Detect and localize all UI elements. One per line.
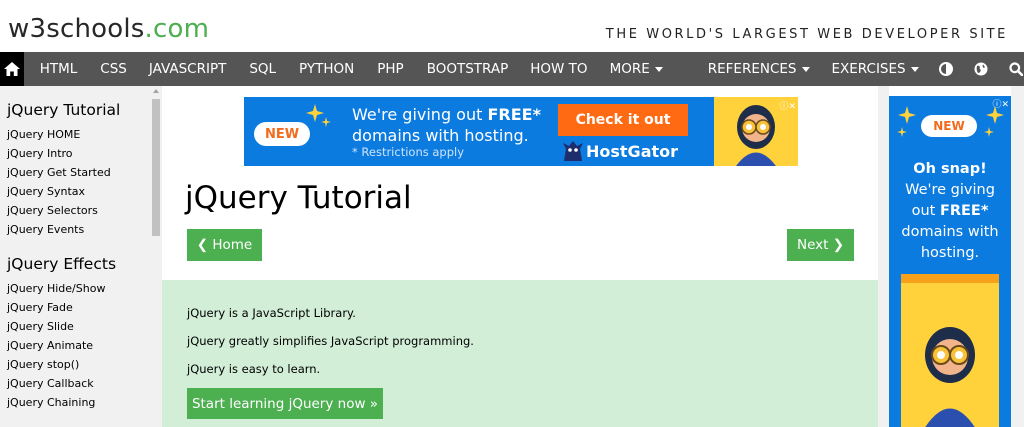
nav-references[interactable]: REFERENCES xyxy=(708,52,810,86)
caret-down-icon xyxy=(801,66,810,72)
site-header: w3schools.com THE WORLD'S LARGEST WEB DE… xyxy=(0,0,1024,52)
nav-php[interactable]: PHP xyxy=(377,52,403,86)
ad-choices-icon[interactable]: ⓘ✕ xyxy=(779,99,796,112)
sidebar-link[interactable]: jQuery Fade xyxy=(7,301,73,314)
hostgator-logo-icon xyxy=(563,141,583,161)
nav-more-label: MORE xyxy=(609,61,650,77)
top-navbar: HTML CSS JAVASCRIPT SQL PYTHON PHP BOOTS… xyxy=(0,52,1024,86)
caret-down-icon xyxy=(910,66,919,72)
ad-headline-part1: We're giving out xyxy=(352,105,488,124)
ad-line-free: FREE* xyxy=(939,203,989,219)
nav-bootstrap[interactable]: BOOTSTRAP xyxy=(427,52,509,86)
ad-line: hosting. xyxy=(920,245,980,261)
logo-w3: w3schools xyxy=(8,14,145,44)
nav-sql[interactable]: SQL xyxy=(249,52,276,86)
left-sidebar: jQuery Tutorial jQuery HOME jQuery Intro… xyxy=(0,86,162,427)
sidebar-link[interactable]: jQuery Slide xyxy=(7,320,74,333)
sidebar-link[interactable]: jQuery Syntax xyxy=(7,185,85,198)
ad-brand: HostGator xyxy=(586,142,679,161)
sidebar-link[interactable]: jQuery Callback xyxy=(7,377,94,390)
site-logo[interactable]: w3schools.com xyxy=(8,14,209,44)
nav-python[interactable]: PYTHON xyxy=(299,52,354,86)
right-gutter xyxy=(878,86,889,427)
nav-references-label: REFERENCES xyxy=(707,61,797,77)
ad-restrictions: * Restrictions apply xyxy=(352,145,465,159)
caret-down-icon xyxy=(654,66,663,72)
nav-exercises[interactable]: EXERCISES xyxy=(832,52,919,86)
ad-line-part: out xyxy=(911,203,940,219)
start-learning-button[interactable]: Start learning jQuery now » xyxy=(187,388,383,419)
page-title: jQuery Tutorial xyxy=(185,180,412,216)
sparkle-icon xyxy=(984,106,1004,137)
sidebar-link[interactable]: jQuery Chaining xyxy=(7,396,95,409)
sidebar-heading-tutorial: jQuery Tutorial xyxy=(7,101,121,119)
scroll-up-icon[interactable] xyxy=(153,89,159,93)
search-button[interactable] xyxy=(1008,52,1024,86)
logo-com: .com xyxy=(144,14,210,44)
right-edge xyxy=(1011,86,1024,427)
sidebar-link[interactable]: jQuery Intro xyxy=(7,147,73,160)
home-icon xyxy=(3,62,20,76)
contrast-icon xyxy=(939,62,954,76)
nav-html[interactable]: HTML xyxy=(40,52,78,86)
sidebar-link[interactable]: jQuery HOME xyxy=(7,128,80,141)
ad-line: We're giving xyxy=(905,182,995,198)
nav-howto[interactable]: HOW TO xyxy=(530,52,587,86)
ad-new-badge: NEW xyxy=(921,115,977,137)
ad-illustration xyxy=(901,274,999,427)
nav-css[interactable]: CSS xyxy=(100,52,127,86)
ad-line: domains with xyxy=(901,224,999,240)
sparkle-icon xyxy=(897,106,916,137)
scrollbar-thumb[interactable] xyxy=(152,99,160,236)
globe-icon xyxy=(974,62,988,76)
ad-cta-button[interactable]: Check it out xyxy=(558,104,688,136)
search-icon xyxy=(1009,62,1024,76)
prev-home-button[interactable]: ❮ Home xyxy=(187,229,262,261)
sidebar-link[interactable]: jQuery Get Started xyxy=(7,166,111,179)
sparkle-icon xyxy=(306,104,331,127)
translate-button[interactable] xyxy=(973,52,989,86)
sidebar-link[interactable]: jQuery Events xyxy=(7,223,84,236)
sidebar-link[interactable]: jQuery stop() xyxy=(7,358,79,371)
right-skyscraper-ad[interactable]: ⓘ✕ NEW Oh snap! We're giving out FREE* d… xyxy=(889,96,1011,427)
sidebar-scrollbar[interactable] xyxy=(150,86,162,427)
ad-line: out FREE* xyxy=(889,201,1011,222)
sidebar-link[interactable]: jQuery Hide/Show xyxy=(7,282,105,295)
site-tagline: THE WORLD'S LARGEST WEB DEVELOPER SITE xyxy=(605,27,1008,42)
intro-line: jQuery is easy to learn. xyxy=(187,362,321,376)
nav-javascript[interactable]: JAVASCRIPT xyxy=(149,52,226,86)
theme-toggle-button[interactable] xyxy=(939,52,955,86)
sidebar-link[interactable]: jQuery Animate xyxy=(7,339,93,352)
sidebar-heading-effects: jQuery Effects xyxy=(7,255,117,273)
sidebar-link[interactable]: jQuery Selectors xyxy=(7,204,98,217)
nav-exercises-label: EXERCISES xyxy=(831,61,906,77)
home-button[interactable] xyxy=(0,52,24,86)
top-banner-ad[interactable]: NEW We're giving out FREE* domains with h… xyxy=(244,97,798,166)
nav-more[interactable]: MORE xyxy=(610,52,663,86)
person-binoculars-icon xyxy=(925,327,975,427)
intro-line: jQuery greatly simplifies JavaScript pro… xyxy=(187,334,474,348)
ad-line: Oh snap! xyxy=(913,161,987,177)
ad-headline-free: FREE* xyxy=(487,105,541,124)
next-button[interactable]: Next ❯ xyxy=(787,229,854,261)
ad-headline: We're giving out FREE* domains with hosti… xyxy=(352,104,541,146)
intro-line: jQuery is a JavaScript Library. xyxy=(187,306,356,320)
ad-headline-part2: domains with hosting. xyxy=(352,126,529,145)
ad-new-badge: NEW xyxy=(254,122,310,146)
